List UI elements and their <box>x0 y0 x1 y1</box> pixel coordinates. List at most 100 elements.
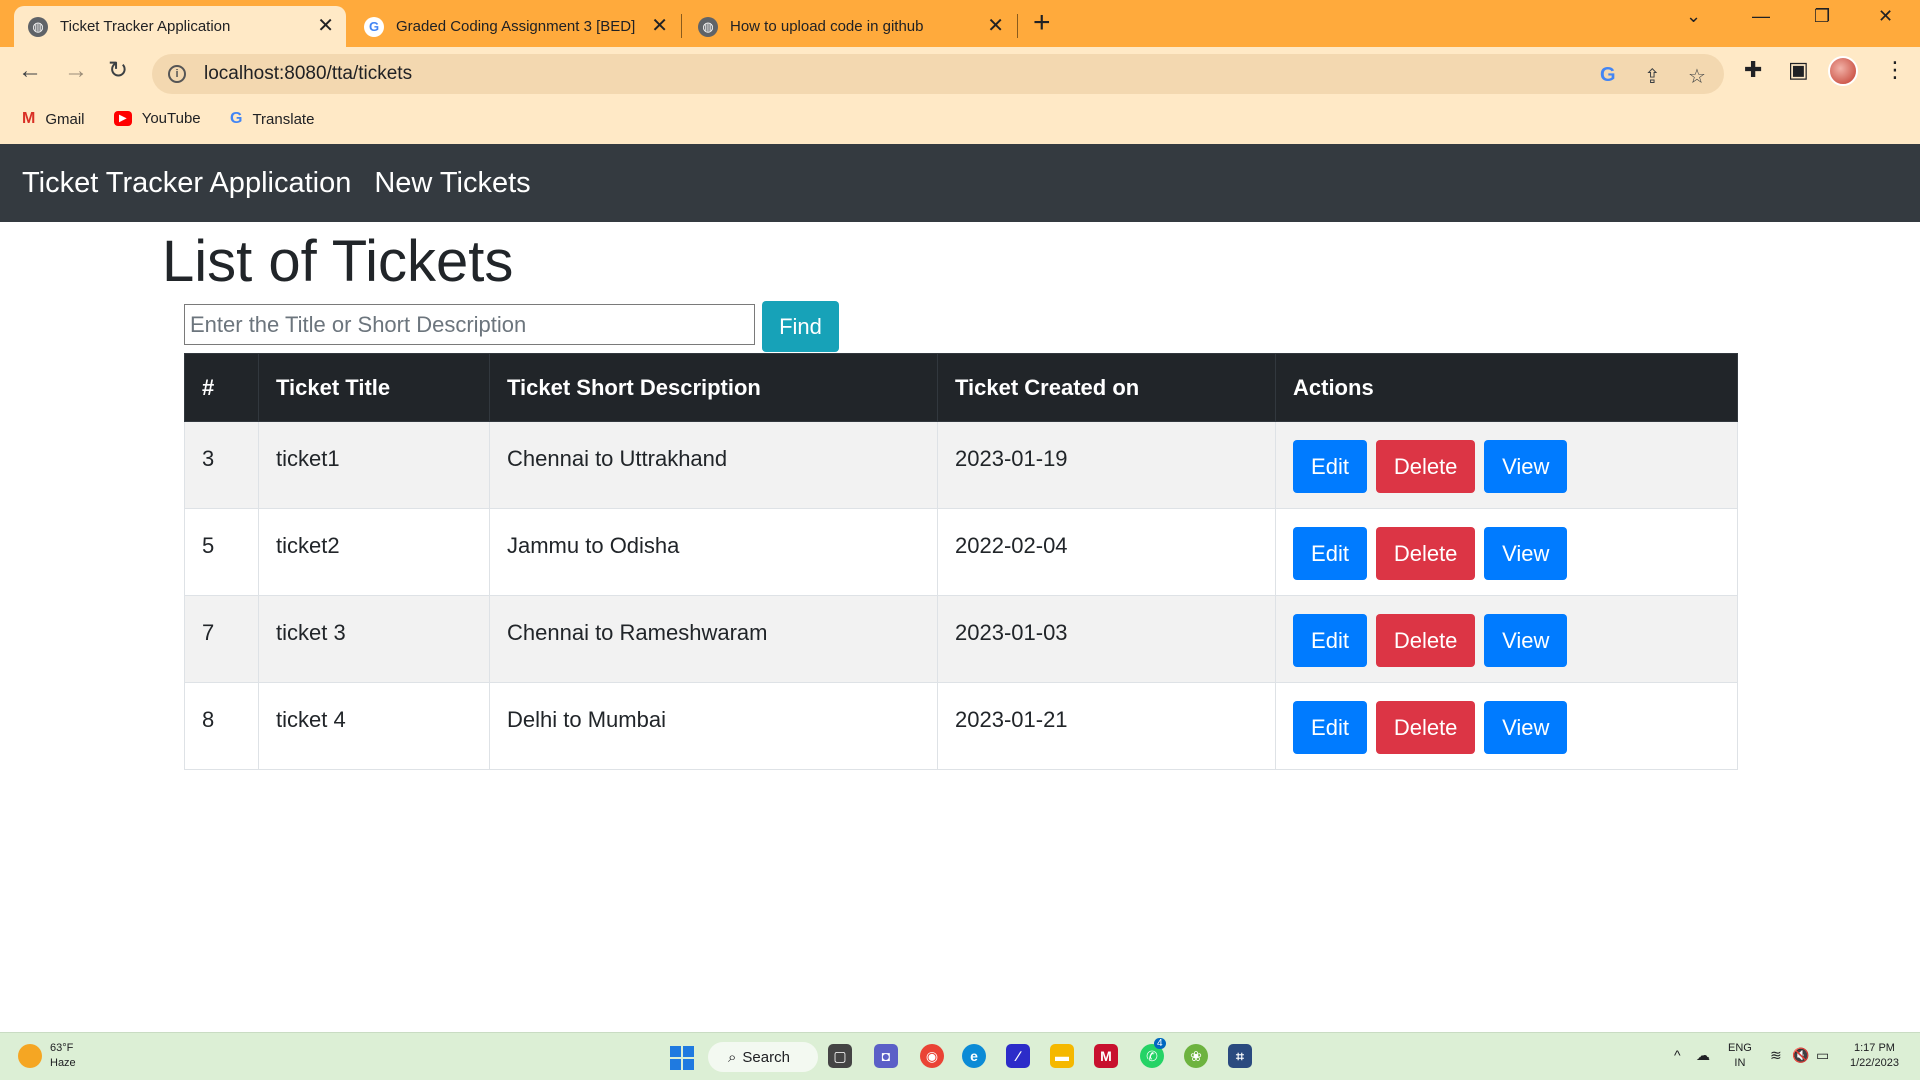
google-lens-icon[interactable]: G <box>1600 64 1616 87</box>
tab-upload-github[interactable]: ◍ How to upload code in github ✕ <box>684 6 1016 47</box>
header-title: Ticket Title <box>258 353 490 422</box>
cell-actions: Edit Delete View <box>1275 682 1738 770</box>
back-icon[interactable]: ← <box>18 59 42 83</box>
nav-link-new-tickets[interactable]: New Tickets <box>374 167 530 200</box>
cell-actions: Edit Delete View <box>1275 595 1738 683</box>
file-explorer-icon[interactable]: ▬ <box>1050 1044 1074 1068</box>
forward-icon[interactable]: → <box>64 59 88 83</box>
spring-tool-icon[interactable]: ❀ <box>1184 1044 1208 1068</box>
teams-chat-icon[interactable]: ◘ <box>874 1044 898 1068</box>
navbar-brand[interactable]: Ticket Tracker Application <box>22 167 351 200</box>
delete-button[interactable]: Delete <box>1376 527 1476 580</box>
minimize-icon[interactable]: — <box>1752 6 1770 27</box>
chrome-icon[interactable]: ◉ <box>920 1044 944 1068</box>
edit-button[interactable]: Edit <box>1293 440 1367 493</box>
weather-widget[interactable]: 63°F Haze <box>18 1041 76 1071</box>
share-icon[interactable]: ⇪ <box>1644 64 1661 89</box>
windows-start-icon[interactable] <box>670 1046 694 1070</box>
cell-created: 2023-01-19 <box>937 421 1276 509</box>
whatsapp-badge: 4 <box>1154 1038 1166 1049</box>
new-tab-icon[interactable]: + <box>1033 8 1051 38</box>
table-row: 5 ticket2 Jammu to Odisha 2022-02-04 Edi… <box>184 508 1738 596</box>
cell-created: 2022-02-04 <box>937 508 1276 596</box>
table-row: 7 ticket 3 Chennai to Rameshwaram 2023-0… <box>184 595 1738 683</box>
restore-icon[interactable]: ❐ <box>1814 6 1830 27</box>
cell-actions: Edit Delete View <box>1275 421 1738 509</box>
battery-icon[interactable]: ▭ <box>1816 1047 1829 1064</box>
tray-overflow-icon[interactable]: ^ <box>1674 1047 1681 1063</box>
find-button[interactable]: Find <box>762 301 839 352</box>
table-header-row: # Ticket Title Ticket Short Description … <box>184 353 1738 422</box>
tab-graded-assignment[interactable]: G Graded Coding Assignment 3 [BED] ✕ <box>350 6 680 47</box>
view-button[interactable]: View <box>1484 614 1568 667</box>
search-icon: ⌕ <box>728 1048 737 1066</box>
menu-kebab-icon[interactable]: ⋮ <box>1884 57 1906 83</box>
browser-chrome: ◍ Ticket Tracker Application ✕ G Graded … <box>0 0 1920 144</box>
view-button[interactable]: View <box>1484 527 1568 580</box>
globe-icon: ◍ <box>28 16 48 37</box>
tab-ticket-tracker[interactable]: ◍ Ticket Tracker Application ✕ <box>14 6 346 47</box>
gmail-icon: M <box>22 110 36 127</box>
bookmark-label: Gmail <box>45 110 85 128</box>
cell-id: 3 <box>184 421 259 509</box>
task-view-icon[interactable]: ▢ <box>828 1044 852 1068</box>
onedrive-icon[interactable]: ☁ <box>1696 1047 1710 1064</box>
wifi-icon[interactable]: ≋ <box>1770 1047 1782 1064</box>
translate-icon: G <box>230 110 243 127</box>
cell-created: 2023-01-21 <box>937 682 1276 770</box>
delete-button[interactable]: Delete <box>1376 701 1476 754</box>
google-icon: G <box>364 16 384 37</box>
tab-separator <box>681 14 682 38</box>
tab-search-chevron-icon[interactable]: ⌄ <box>1686 6 1701 27</box>
cell-title: ticket1 <box>258 421 490 509</box>
close-tab-icon[interactable]: ✕ <box>987 16 1004 36</box>
address-bar[interactable]: i localhost:8080/tta/tickets G ⇪ ☆ <box>152 54 1724 94</box>
visual-studio-icon[interactable]: ∕ <box>1006 1044 1030 1068</box>
cell-title: ticket 3 <box>258 595 490 683</box>
cell-title: ticket 4 <box>258 682 490 770</box>
search-input[interactable] <box>184 304 755 345</box>
table-row: 3 ticket1 Chennai to Uttrakhand 2023-01-… <box>184 421 1738 509</box>
taskbar-search[interactable]: ⌕ Search <box>708 1042 818 1072</box>
view-button[interactable]: View <box>1484 701 1568 754</box>
tab-separator <box>1017 14 1018 38</box>
weather-sun-icon <box>18 1044 42 1068</box>
tab-title: How to upload code in github <box>730 18 924 35</box>
clock[interactable]: 1:17 PM 1/22/2023 <box>1850 1041 1899 1071</box>
browser-toolbar: ← → ↻ i localhost:8080/tta/tickets G ⇪ ☆… <box>0 47 1920 99</box>
globe-icon: ◍ <box>698 16 718 37</box>
side-panel-icon[interactable]: ▣ <box>1788 57 1809 83</box>
profile-avatar[interactable] <box>1828 56 1858 86</box>
volume-muted-icon[interactable]: 🔇 <box>1792 1047 1809 1064</box>
url-text: localhost:8080/tta/tickets <box>204 63 413 84</box>
bookmark-label: Translate <box>252 110 315 128</box>
mysql-workbench-icon[interactable]: ⌗ <box>1228 1044 1252 1068</box>
bookmarks-bar: M Gmail ▶ YouTube G Translate <box>0 99 1920 144</box>
edit-button[interactable]: Edit <box>1293 701 1367 754</box>
close-tab-icon[interactable]: ✕ <box>651 16 668 36</box>
cell-description: Chennai to Uttrakhand <box>489 421 938 509</box>
youtube-icon: ▶ <box>114 111 132 126</box>
cell-id: 7 <box>184 595 259 683</box>
extensions-icon[interactable]: ✚ <box>1744 57 1762 83</box>
delete-button[interactable]: Delete <box>1376 614 1476 667</box>
bookmark-translate[interactable]: G Translate <box>230 110 314 128</box>
edge-icon[interactable]: e <box>962 1044 986 1068</box>
close-tab-icon[interactable]: ✕ <box>317 16 334 36</box>
bookmark-youtube[interactable]: ▶ YouTube <box>114 110 201 127</box>
header-description: Ticket Short Description <box>489 353 938 422</box>
bookmark-star-icon[interactable]: ☆ <box>1688 64 1706 89</box>
bookmark-gmail[interactable]: M Gmail <box>22 110 85 128</box>
reload-icon[interactable]: ↻ <box>108 59 128 83</box>
edit-button[interactable]: Edit <box>1293 614 1367 667</box>
site-info-icon[interactable]: i <box>168 65 186 83</box>
mcafee-icon[interactable]: M <box>1094 1044 1118 1068</box>
edit-button[interactable]: Edit <box>1293 527 1367 580</box>
delete-button[interactable]: Delete <box>1376 440 1476 493</box>
app-navbar: Ticket Tracker Application New Tickets <box>0 144 1920 222</box>
view-button[interactable]: View <box>1484 440 1568 493</box>
tab-title: Ticket Tracker Application <box>60 18 231 35</box>
language-indicator[interactable]: ENG IN <box>1728 1041 1752 1071</box>
close-window-icon[interactable]: ✕ <box>1878 6 1893 27</box>
table-row: 8 ticket 4 Delhi to Mumbai 2023-01-21 Ed… <box>184 682 1738 770</box>
